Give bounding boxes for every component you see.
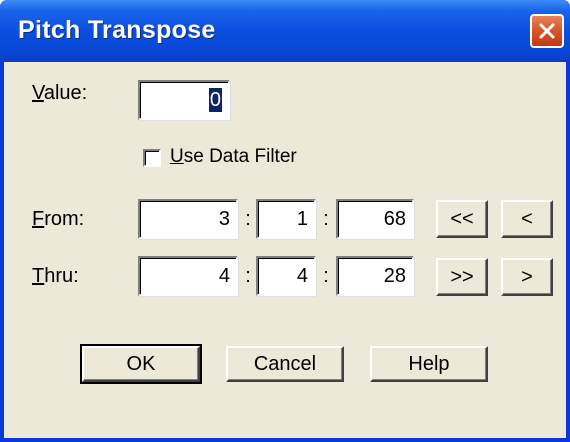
value-field-text: 0 <box>208 88 222 112</box>
thru-label-text: hru: <box>44 265 79 287</box>
from-separator-1: : <box>245 208 251 230</box>
value-label: Value: <box>32 82 87 105</box>
value-label-text: alue: <box>43 82 88 104</box>
thru-separator-2: : <box>323 265 329 287</box>
from-separator-2: : <box>323 208 329 230</box>
thru-tick-field[interactable]: 28 <box>336 256 414 296</box>
close-icon <box>539 23 555 39</box>
from-beat-field[interactable]: 1 <box>256 199 316 239</box>
dialog-client-area: Value: 0 Use Data Filter From: 3 : 1 : 6… <box>4 62 566 438</box>
thru-beat-field[interactable]: 4 <box>256 256 316 296</box>
use-data-filter-text: se Data Filter <box>183 146 297 167</box>
use-data-filter-label[interactable]: Use Data Filter <box>170 146 297 168</box>
cancel-button[interactable]: Cancel <box>226 346 344 382</box>
thru-separator-1: : <box>245 265 251 287</box>
from-label: From: <box>32 208 84 231</box>
from-label-text: rom: <box>44 208 85 230</box>
from-bar-field[interactable]: 3 <box>138 199 238 239</box>
from-tick-field[interactable]: 68 <box>336 199 414 239</box>
title-bar[interactable]: Pitch Transpose <box>0 0 570 62</box>
use-data-filter-mnemonic: U <box>170 146 184 167</box>
pitch-transpose-dialog: Pitch Transpose Value: 0 Use Data Filter… <box>0 0 570 442</box>
thru-label: Thru: <box>32 265 79 288</box>
thru-next-button[interactable]: > <box>501 258 553 296</box>
thru-bar-field[interactable]: 4 <box>138 256 238 296</box>
close-button[interactable] <box>530 14 564 48</box>
from-label-mnemonic: F <box>32 208 45 230</box>
dialog-title: Pitch Transpose <box>18 16 216 44</box>
use-data-filter-checkbox[interactable] <box>143 149 161 167</box>
from-prev-button[interactable]: < <box>501 200 553 238</box>
thru-last-button[interactable]: >> <box>436 258 488 296</box>
help-button[interactable]: Help <box>370 346 488 382</box>
thru-label-mnemonic: T <box>32 265 45 287</box>
from-first-button[interactable]: << <box>436 200 488 238</box>
value-field[interactable]: 0 <box>138 80 230 120</box>
value-label-mnemonic: V <box>32 82 44 104</box>
ok-button[interactable]: OK <box>80 344 202 384</box>
